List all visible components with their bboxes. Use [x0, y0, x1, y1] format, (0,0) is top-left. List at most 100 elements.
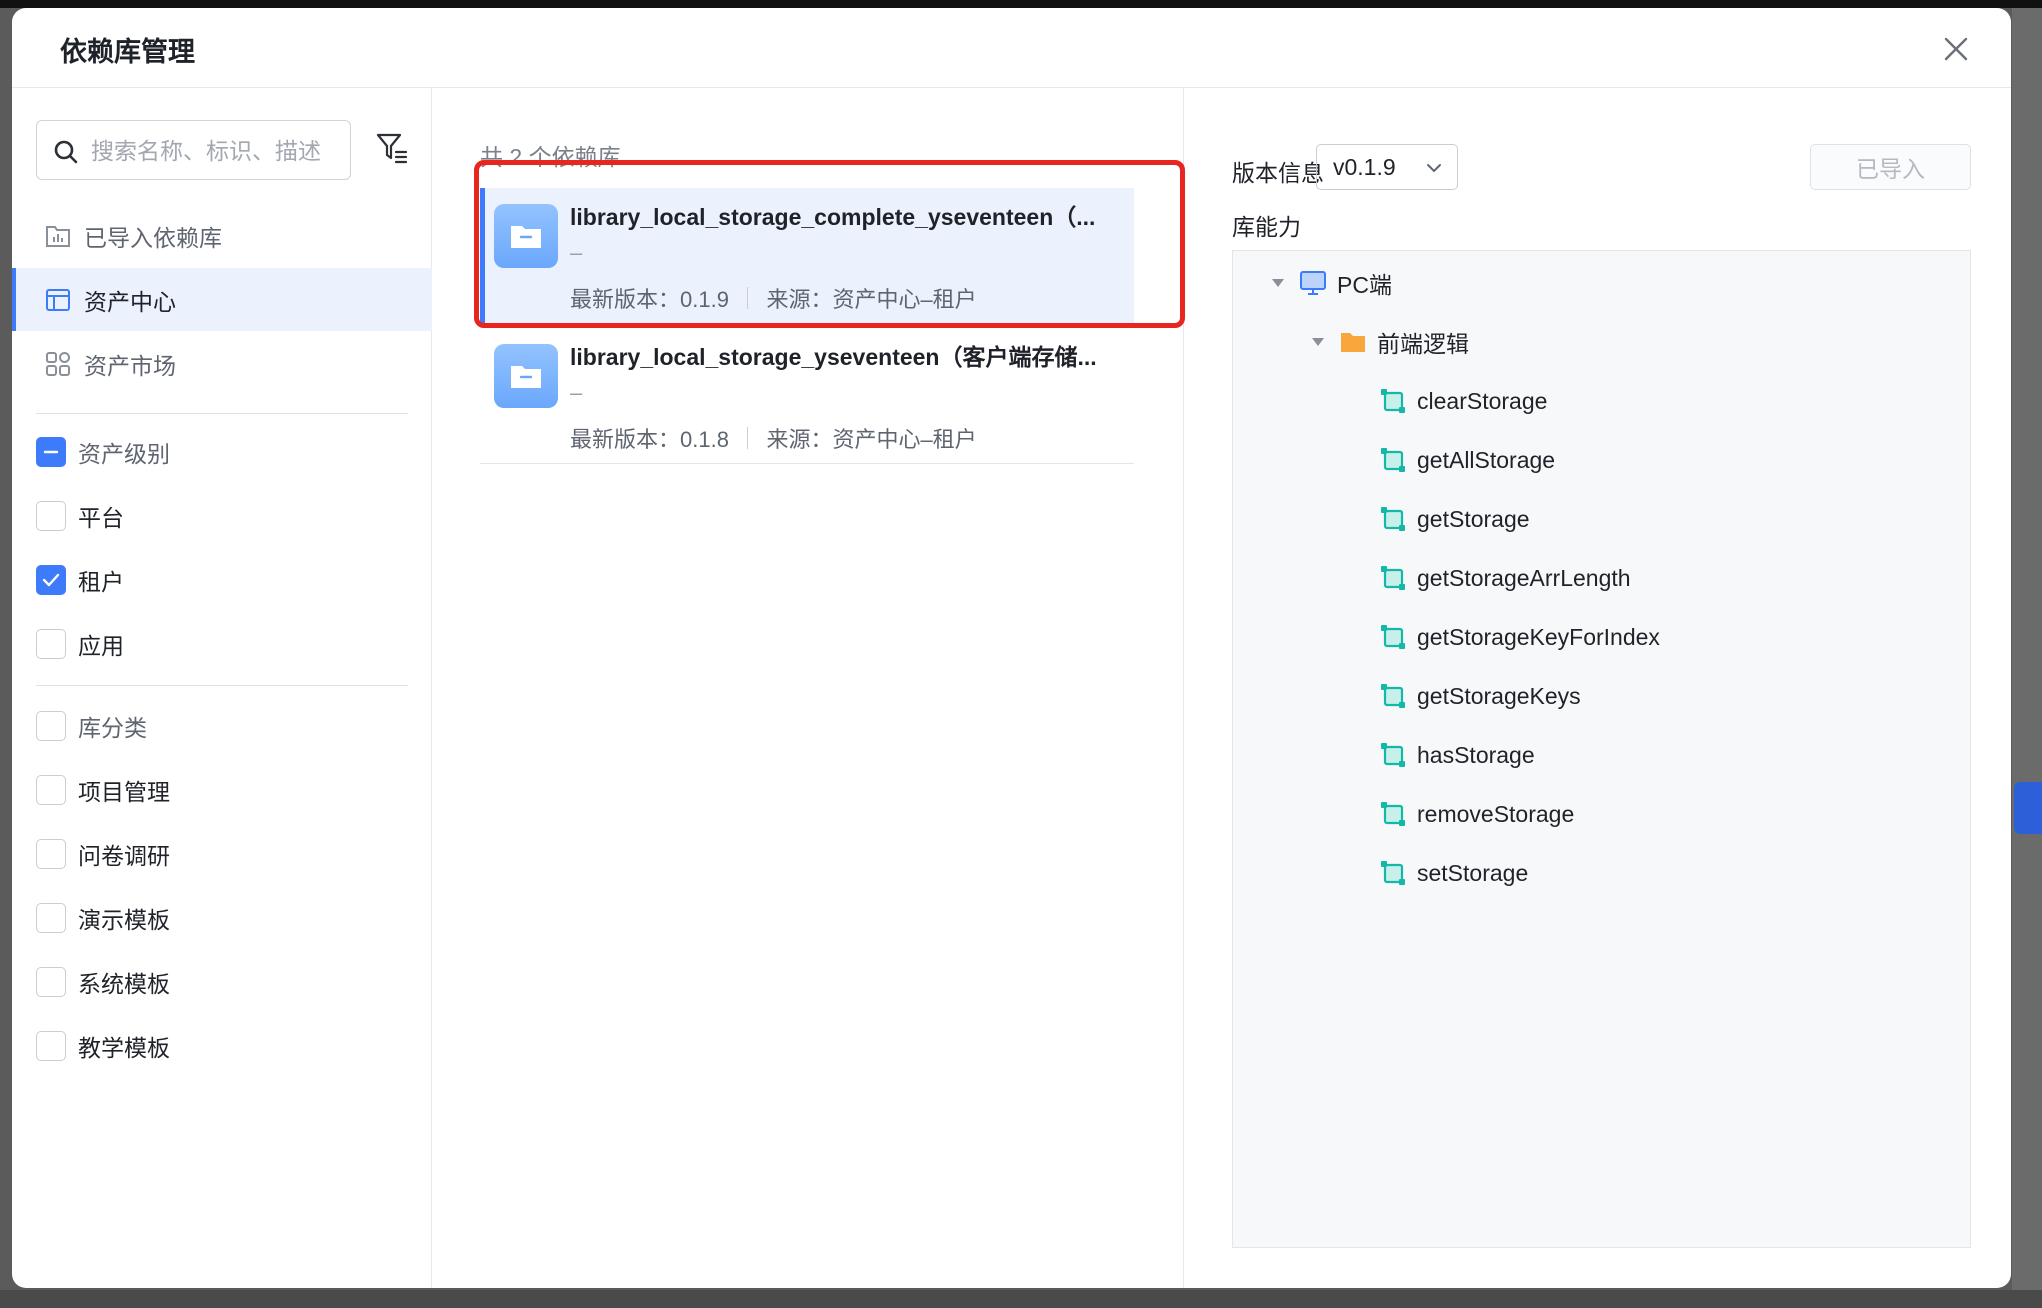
function-icon [1381, 507, 1405, 531]
filter-icon[interactable] [376, 132, 408, 166]
ability-label: 库能力 [1232, 214, 1301, 240]
function-icon [1381, 684, 1405, 708]
option-tenant-checkbox[interactable]: 租户 [36, 560, 124, 600]
tree-function-node[interactable]: removeStorage [1379, 794, 1574, 834]
nav-item-imported[interactable]: 已导入依赖库 [12, 204, 432, 267]
tree-node-label: getAllStorage [1417, 446, 1556, 473]
tree-function-node[interactable]: getStorageKeys [1379, 676, 1581, 716]
asset-center-icon [46, 288, 70, 311]
folder-icon [494, 344, 558, 408]
nav-item-label: 资产中心 [84, 288, 176, 315]
meta-separator [746, 427, 749, 449]
folder-icon [494, 204, 558, 268]
nav-item-label: 资产市场 [84, 352, 176, 379]
library-count: 共 2 个依赖库 [480, 144, 621, 170]
checkbox-icon [36, 967, 66, 997]
tree-node-label: getStorageArrLength [1417, 564, 1631, 591]
tree-function-node[interactable]: getStorage [1379, 499, 1530, 539]
folder-icon [1341, 333, 1365, 352]
option-label: 项目管理 [78, 779, 170, 805]
tree-function-node[interactable]: getAllStorage [1379, 440, 1555, 480]
tree-function-node[interactable]: setStorage [1379, 853, 1528, 893]
option-label: 系统模板 [78, 971, 170, 997]
library-list-panel: 共 2 个依赖库 library_local_storage_complete_… [432, 88, 1184, 1288]
checkbox-icon [36, 775, 66, 805]
library-name: library_local_storage_complete_yseventee… [570, 204, 1096, 230]
function-icon [1381, 743, 1405, 767]
function-icon [1381, 448, 1405, 472]
caret-down-icon[interactable] [1311, 337, 1325, 347]
version-label: 版本信息 [1232, 160, 1324, 186]
asset-level-label: 资产级别 [78, 441, 170, 467]
tree-function-node[interactable]: clearStorage [1379, 381, 1547, 421]
search-input[interactable] [91, 131, 341, 171]
tree-node-frontend-logic[interactable]: 前端逻辑 [1311, 322, 1469, 362]
checkbox-icon [36, 903, 66, 933]
function-icon [1381, 389, 1405, 413]
option-survey-checkbox[interactable]: 问卷调研 [36, 834, 170, 874]
library-card[interactable]: library_local_storage_complete_yseventee… [480, 188, 1134, 324]
imported-library-icon [46, 225, 70, 247]
tree-node-pc[interactable]: PC端 [1271, 263, 1392, 303]
library-source: 来源：资产中心–租户 [766, 287, 977, 312]
version-value: v0.1.9 [1333, 153, 1396, 180]
option-platform-checkbox[interactable]: 平台 [36, 496, 124, 536]
category-checkbox[interactable]: 库分类 [36, 706, 147, 746]
version-select[interactable]: v0.1.9 [1316, 144, 1458, 190]
nav-item-asset-market[interactable]: 资产市场 [12, 332, 432, 395]
tree-node-label: hasStorage [1417, 741, 1535, 768]
search-icon [54, 140, 78, 164]
ability-tree: PC端 前端逻辑 clearStorage getAllStorage getS… [1232, 250, 1971, 1248]
function-icon [1381, 625, 1405, 649]
function-icon [1381, 802, 1405, 826]
option-app-checkbox[interactable]: 应用 [36, 624, 124, 664]
option-system-template-checkbox[interactable]: 系统模板 [36, 962, 170, 1002]
backdrop-right-strip [2012, 8, 2042, 1308]
function-icon [1381, 566, 1405, 590]
monitor-icon [1300, 271, 1326, 295]
library-detail-panel: 版本信息 v0.1.9 已导入 库能力 PC端 前端逻辑 clearStorag… [1184, 88, 2011, 1288]
tree-function-node[interactable]: getStorageArrLength [1379, 558, 1631, 598]
caret-down-icon[interactable] [1271, 278, 1285, 288]
option-label: 演示模板 [78, 907, 170, 933]
library-name: library_local_storage_yseventeen（客户端存储..… [570, 344, 1097, 370]
tree-function-node[interactable]: getStorageKeyForIndex [1379, 617, 1660, 657]
search-box[interactable] [36, 120, 351, 180]
library-meta: 最新版本：0.1.8 来源：资产中心–租户 [570, 422, 977, 454]
tree-node-label: PC端 [1337, 272, 1392, 298]
category-label: 库分类 [78, 715, 147, 741]
checkbox-icon [36, 629, 66, 659]
checkbox-icon [36, 839, 66, 869]
option-label: 平台 [78, 505, 124, 531]
backdrop-blue-tab [2014, 782, 2042, 834]
option-project-management-checkbox[interactable]: 项目管理 [36, 770, 170, 810]
tree-node-label: 前端逻辑 [1377, 331, 1469, 357]
nav-item-asset-center[interactable]: 资产中心 [12, 268, 432, 331]
imported-button[interactable]: 已导入 [1810, 144, 1971, 190]
option-label: 问卷调研 [78, 843, 170, 869]
indeterminate-checkbox-icon [36, 437, 66, 467]
tree-function-node[interactable]: hasStorage [1379, 735, 1535, 775]
asset-market-icon [46, 351, 70, 376]
checkbox-icon [36, 711, 66, 741]
option-label: 租户 [78, 569, 124, 595]
option-teaching-template-checkbox[interactable]: 教学模板 [36, 1026, 170, 1066]
library-management-modal: 依赖库管理 已导入依赖库 资产中心 资产市场 [12, 8, 2011, 1288]
tree-node-label: getStorage [1417, 505, 1530, 532]
tree-node-label: setStorage [1417, 859, 1529, 886]
library-version: 最新版本：0.1.8 [570, 427, 729, 452]
chevron-down-icon [1427, 164, 1441, 173]
library-meta: 最新版本：0.1.9 来源：资产中心–租户 [570, 282, 977, 314]
tree-node-label: getStorageKeyForIndex [1417, 623, 1660, 650]
library-description: – [570, 240, 583, 265]
option-label: 应用 [78, 633, 124, 659]
close-icon[interactable] [1941, 34, 1971, 64]
library-card[interactable]: library_local_storage_yseventeen（客户端存储..… [480, 328, 1134, 464]
checked-checkbox-icon [36, 565, 66, 595]
asset-level-checkbox[interactable]: 资产级别 [36, 432, 170, 472]
library-version: 最新版本：0.1.9 [570, 287, 729, 312]
tree-node-label: clearStorage [1417, 387, 1548, 414]
modal-header: 依赖库管理 [12, 8, 2011, 88]
option-demo-template-checkbox[interactable]: 演示模板 [36, 898, 170, 938]
nav-item-label: 已导入依赖库 [84, 224, 222, 251]
